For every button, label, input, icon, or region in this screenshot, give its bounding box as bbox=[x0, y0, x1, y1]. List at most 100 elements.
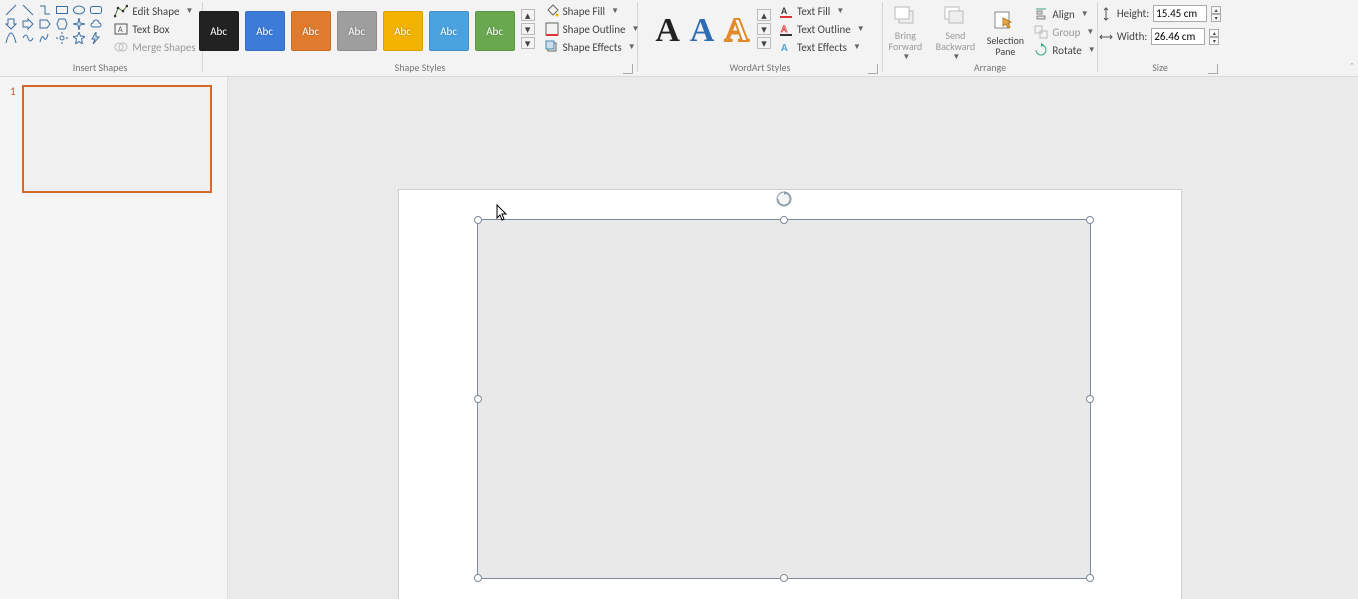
gallery-more[interactable]: ▴ ▾ ▾ bbox=[521, 9, 535, 49]
shape-cloud-icon[interactable] bbox=[90, 18, 102, 30]
height-icon bbox=[1099, 7, 1113, 21]
group-label-shape-styles: Shape Styles bbox=[205, 61, 635, 74]
height-field[interactable]: Height: ▴▾ bbox=[1099, 5, 1221, 22]
collapse-ribbon-icon[interactable]: ˆ bbox=[1350, 60, 1354, 73]
group-arrange: Bring Forward▼ Send Backward▼ Selection … bbox=[885, 0, 1095, 76]
shape-arrow-down-icon[interactable] bbox=[5, 18, 17, 30]
spin-down-icon[interactable]: ▾ bbox=[1209, 37, 1219, 45]
send-backward-button[interactable]: Send Backward▼ bbox=[930, 2, 980, 62]
svg-text:A: A bbox=[781, 4, 788, 17]
dropdown-caret-icon: ▼ bbox=[857, 24, 865, 34]
shape-arrow-right-icon[interactable] bbox=[22, 18, 34, 30]
shape-fill-button[interactable]: Shape Fill▼ bbox=[541, 2, 644, 20]
wordart-gallery[interactable]: A A A bbox=[651, 10, 753, 48]
rotate-button[interactable]: Rotate▼ bbox=[1030, 41, 1099, 59]
shape-rect-icon[interactable] bbox=[56, 4, 68, 16]
wordart-style-3[interactable]: A bbox=[724, 14, 749, 48]
shape-style-3[interactable]: Abc bbox=[291, 11, 331, 51]
shape-style-7[interactable]: Abc bbox=[475, 11, 515, 51]
shape-roundrect-icon[interactable] bbox=[90, 4, 102, 16]
rotate-icon bbox=[1034, 43, 1048, 57]
resize-handle-w[interactable] bbox=[474, 395, 482, 403]
spin-up-icon[interactable]: ▴ bbox=[1209, 29, 1219, 37]
shape-effects-button[interactable]: Shape Effects▼ bbox=[541, 38, 644, 56]
resize-handle-nw[interactable] bbox=[474, 216, 482, 224]
resize-handle-sw[interactable] bbox=[474, 574, 482, 582]
group-button[interactable]: Group ▼ bbox=[1030, 23, 1099, 41]
slide-panel[interactable]: 1 bbox=[0, 77, 228, 599]
gallery-expand-icon[interactable]: ▾ bbox=[521, 37, 535, 49]
text-fill-button[interactable]: A Text Fill▼ bbox=[775, 2, 869, 20]
height-input[interactable] bbox=[1153, 5, 1207, 22]
shape-style-2[interactable]: Abc bbox=[245, 11, 285, 51]
width-input[interactable] bbox=[1151, 28, 1205, 45]
work-area: 1 bbox=[0, 77, 1358, 599]
group-size: Height: ▴▾ Width: ▴▾ Size bbox=[1100, 0, 1220, 76]
text-outline-button[interactable]: A Text Outline▼ bbox=[775, 20, 869, 38]
bring-forward-button[interactable]: Bring Forward▼ bbox=[880, 2, 930, 62]
wordart-gallery-more[interactable]: ▴ ▾ ▾ bbox=[757, 9, 771, 49]
resize-handle-e[interactable] bbox=[1086, 395, 1094, 403]
slide-thumbnail[interactable] bbox=[22, 85, 212, 193]
shape-effects-label: Shape Effects bbox=[563, 41, 622, 54]
width-spinner[interactable]: ▴▾ bbox=[1209, 29, 1219, 45]
shape-hexagon-icon[interactable] bbox=[56, 18, 68, 30]
shape-curve-icon[interactable] bbox=[5, 32, 17, 44]
slide-thumbnail-wrap[interactable]: 1 bbox=[10, 85, 217, 193]
dialog-launcher-wordart[interactable] bbox=[868, 64, 878, 74]
text-effects-icon: A bbox=[779, 40, 793, 54]
group-label: Group bbox=[1052, 26, 1080, 39]
shape-line2-icon[interactable] bbox=[22, 4, 34, 16]
shape-outline-button[interactable]: Shape Outline▼ bbox=[541, 20, 644, 38]
shapes-gallery[interactable] bbox=[0, 2, 104, 44]
rotate-handle[interactable] bbox=[775, 190, 793, 208]
shape-style-gallery[interactable]: Abc Abc Abc Abc Abc Abc Abc bbox=[197, 7, 517, 51]
gallery-up-icon[interactable]: ▴ bbox=[521, 9, 535, 21]
shape-line-icon[interactable] bbox=[5, 4, 17, 16]
shape-star5-icon[interactable] bbox=[73, 32, 85, 44]
wordart-style-2[interactable]: A bbox=[690, 14, 715, 48]
shape-connector-icon[interactable] bbox=[39, 4, 51, 16]
gallery-down-icon[interactable]: ▾ bbox=[757, 23, 771, 35]
width-label: Width: bbox=[1117, 30, 1148, 43]
gallery-down-icon[interactable]: ▾ bbox=[521, 23, 535, 35]
width-field[interactable]: Width: ▴▾ bbox=[1099, 28, 1221, 45]
spin-up-icon[interactable]: ▴ bbox=[1211, 6, 1221, 14]
align-button[interactable]: Align▼ bbox=[1030, 5, 1099, 23]
resize-handle-se[interactable] bbox=[1086, 574, 1094, 582]
shape-style-5[interactable]: Abc bbox=[383, 11, 423, 51]
group-shape-styles: Abc Abc Abc Abc Abc Abc Abc ▴ ▾ ▾ Shape … bbox=[205, 0, 635, 76]
slide-canvas-area[interactable] bbox=[228, 77, 1358, 599]
shape-oval-icon[interactable] bbox=[73, 4, 85, 16]
shape-lightning-icon[interactable] bbox=[90, 32, 102, 44]
shape-star4-icon[interactable] bbox=[73, 18, 85, 30]
resize-handle-s[interactable] bbox=[780, 574, 788, 582]
swatch-text: Abc bbox=[440, 25, 457, 38]
text-effects-button[interactable]: A Text Effects▼ bbox=[775, 38, 869, 56]
resize-handle-n[interactable] bbox=[780, 216, 788, 224]
send-backward-icon bbox=[941, 4, 969, 28]
resize-handle-ne[interactable] bbox=[1086, 216, 1094, 224]
wordart-style-1[interactable]: A bbox=[655, 14, 680, 48]
shape-style-1[interactable]: Abc bbox=[199, 11, 239, 51]
shape-style-6[interactable]: Abc bbox=[429, 11, 469, 51]
selection-pane-button[interactable]: Selection Pane bbox=[980, 7, 1030, 57]
dropdown-caret-icon: ▼ bbox=[1086, 27, 1094, 37]
gallery-expand-icon[interactable]: ▾ bbox=[757, 37, 771, 49]
dialog-launcher-shape-styles[interactable] bbox=[623, 64, 633, 74]
shape-pentagon-icon[interactable] bbox=[39, 18, 51, 30]
shape-style-4[interactable]: Abc bbox=[337, 11, 377, 51]
shape-freeform-icon[interactable] bbox=[22, 32, 34, 44]
dropdown-caret-icon: ▼ bbox=[836, 6, 844, 16]
group-icon bbox=[1034, 25, 1048, 39]
spin-down-icon[interactable]: ▾ bbox=[1211, 14, 1221, 22]
svg-text:A: A bbox=[781, 41, 788, 54]
selected-shape[interactable] bbox=[477, 219, 1091, 579]
swatch-text: Abc bbox=[210, 25, 227, 38]
merge-shapes-icon bbox=[114, 40, 128, 54]
shape-scribble-icon[interactable] bbox=[39, 32, 51, 44]
gallery-up-icon[interactable]: ▴ bbox=[757, 9, 771, 21]
height-spinner[interactable]: ▴▾ bbox=[1211, 6, 1221, 22]
shape-sun-icon[interactable] bbox=[56, 32, 68, 44]
dialog-launcher-size[interactable] bbox=[1208, 64, 1218, 74]
